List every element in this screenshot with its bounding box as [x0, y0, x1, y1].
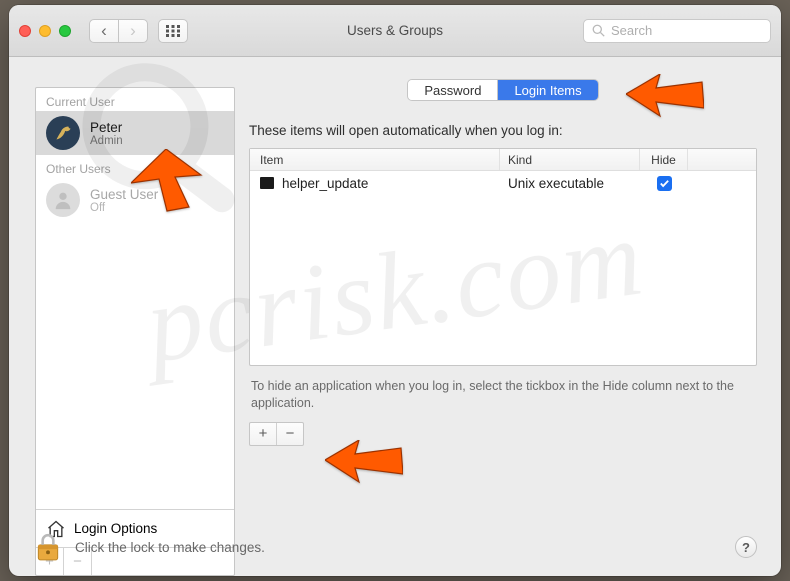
back-button[interactable]: ‹ — [89, 19, 119, 43]
user-role: Admin — [90, 135, 123, 147]
table-row[interactable]: helper_update Unix executable — [250, 171, 756, 195]
bird-icon — [50, 120, 76, 146]
table-header: Item Kind Hide — [250, 149, 756, 171]
search-icon — [592, 24, 605, 37]
maximize-icon[interactable] — [59, 25, 71, 37]
login-items-table: Item Kind Hide helper_update Unix execut… — [249, 148, 757, 366]
lock-row: Click the lock to make changes. ? — [35, 532, 757, 562]
grid-icon — [166, 25, 180, 37]
col-item[interactable]: Item — [250, 149, 500, 170]
search-input[interactable] — [611, 23, 762, 38]
lock-icon[interactable] — [35, 532, 61, 562]
item-name: helper_update — [282, 176, 368, 191]
avatar — [46, 183, 80, 217]
col-kind[interactable]: Kind — [500, 149, 640, 170]
main-panel: Password Login Items These items will op… — [235, 57, 781, 576]
cell-hide — [640, 171, 688, 195]
sidebar-user-peter[interactable]: Peter Admin — [36, 111, 234, 155]
minimize-icon[interactable] — [39, 25, 51, 37]
hide-hint: To hide an application when you log in, … — [251, 378, 755, 412]
tab-login-items[interactable]: Login Items — [498, 80, 597, 100]
help-button[interactable]: ? — [735, 536, 757, 558]
check-icon — [659, 178, 670, 189]
nav-buttons: ‹ › — [89, 19, 148, 43]
add-item-button[interactable]: + — [250, 423, 277, 445]
tab-password[interactable]: Password — [408, 80, 498, 100]
preferences-window: ‹ › Users & Groups Current User Peter — [9, 5, 781, 576]
user-info: Guest User Off — [90, 187, 158, 214]
titlebar: ‹ › Users & Groups — [9, 5, 781, 57]
user-name: Peter — [90, 120, 123, 135]
traffic-lights — [19, 25, 71, 37]
users-sidebar: Current User Peter Admin Other Users — [35, 87, 235, 576]
terminal-icon — [260, 177, 274, 189]
search-field[interactable] — [583, 19, 771, 43]
user-info: Peter Admin — [90, 120, 123, 147]
cell-item: helper_update — [250, 171, 500, 195]
window-title: Users & Groups — [347, 23, 443, 38]
tab-segmented-control: Password Login Items — [407, 79, 598, 101]
close-icon[interactable] — [19, 25, 31, 37]
sidebar-wrap: Current User Peter Admin Other Users — [9, 57, 235, 576]
person-icon — [52, 189, 74, 211]
login-items-heading: These items will open automatically when… — [249, 123, 757, 138]
user-name: Guest User — [90, 187, 158, 202]
login-items-add-remove: + − — [249, 422, 304, 446]
lock-text: Click the lock to make changes. — [75, 540, 721, 555]
sidebar-user-guest[interactable]: Guest User Off — [36, 178, 234, 222]
cell-kind: Unix executable — [500, 171, 640, 195]
hide-checkbox[interactable] — [657, 176, 672, 191]
section-other-users: Other Users — [36, 155, 234, 178]
avatar — [46, 116, 80, 150]
show-all-button[interactable] — [158, 19, 188, 43]
user-role: Off — [90, 202, 158, 214]
remove-item-button[interactable]: − — [277, 423, 303, 445]
col-hide[interactable]: Hide — [640, 149, 688, 170]
section-current-user: Current User — [36, 88, 234, 111]
forward-button[interactable]: › — [118, 19, 148, 43]
window-body: Current User Peter Admin Other Users — [9, 57, 781, 576]
